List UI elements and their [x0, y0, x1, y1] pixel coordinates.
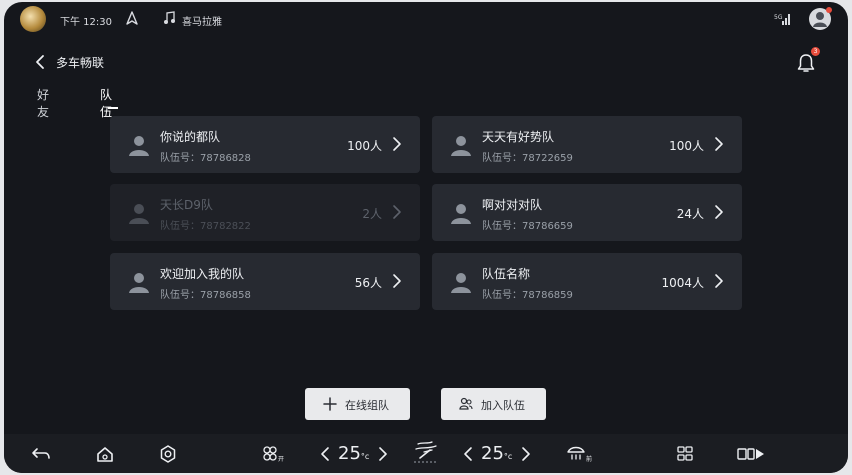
settings-icon[interactable]: [158, 444, 178, 464]
chevron-right-icon: [715, 205, 723, 219]
chevron-left-icon[interactable]: [463, 446, 473, 462]
team-card[interactable]: 天天有好势队 队伍号：78722659 100人: [432, 116, 742, 173]
team-name: 啊对对对队: [482, 198, 543, 212]
back-icon[interactable]: [34, 54, 46, 70]
join-team-label: 加入队伍: [481, 399, 525, 412]
chevron-right-icon: [393, 205, 401, 219]
chevron-left-icon[interactable]: [320, 446, 330, 462]
music-icon[interactable]: [163, 11, 176, 25]
member-count: 100人: [669, 139, 704, 153]
person-icon: [451, 273, 471, 293]
notification-badge: 3: [811, 47, 820, 56]
tab-friends[interactable]: 好友: [37, 86, 49, 120]
chevron-right-icon[interactable]: [521, 446, 531, 462]
team-card-disabled: 天长D9队 队伍号：78782822 2人: [110, 184, 420, 241]
chevron-right-icon: [393, 274, 401, 288]
person-icon: [129, 204, 149, 224]
bottom-dock: 开 25°c 25°c 前: [4, 434, 848, 473]
person-icon: [129, 136, 149, 156]
person-icon: [129, 273, 149, 293]
svg-text:5G: 5G: [774, 14, 783, 21]
chevron-right-icon: [715, 274, 723, 288]
avatar-status-dot: [826, 7, 832, 13]
defrost-icon[interactable]: 前: [566, 444, 594, 464]
tab-team[interactable]: 队伍: [100, 86, 112, 120]
member-count: 100人: [347, 139, 382, 153]
signal-icon: 5G: [774, 14, 790, 25]
plus-icon: [323, 397, 337, 411]
app-screen: 下午 12:30 喜马拉雅 5G 多车畅联 3 好友 队伍 你说的都队 队伍号：…: [4, 2, 848, 473]
chevron-right-icon[interactable]: [378, 446, 388, 462]
person-icon: [451, 136, 471, 156]
apps-icon[interactable]: [675, 444, 695, 464]
team-card[interactable]: 你说的都队 队伍号：78786828 100人: [110, 116, 420, 173]
group-icon: [459, 397, 473, 410]
team-id: 队伍号：78722659: [482, 153, 573, 164]
svg-text:前: 前: [586, 455, 592, 463]
brand-logo: [20, 6, 46, 32]
team-id: 队伍号：78786858: [160, 290, 251, 301]
svg-text:开: 开: [278, 456, 284, 463]
music-app-label[interactable]: 喜马拉雅: [182, 13, 222, 28]
person-icon: [451, 204, 471, 224]
member-count: 56人: [354, 276, 382, 290]
left-temperature: 25°c: [338, 443, 370, 464]
status-bar: 下午 12:30 喜马拉雅 5G: [4, 2, 848, 36]
create-team-button[interactable]: 在线组队: [305, 388, 410, 420]
member-count: 2人: [362, 207, 382, 221]
status-time: 下午 12:30: [60, 17, 112, 28]
return-icon[interactable]: [31, 444, 51, 464]
join-team-button[interactable]: 加入队伍: [441, 388, 546, 420]
media-icon[interactable]: [736, 444, 766, 464]
team-id: 队伍号：78782822: [160, 221, 251, 232]
member-count: 1004人: [661, 276, 704, 290]
fan-icon[interactable]: 开: [262, 444, 288, 464]
team-name: 你说的都队: [160, 130, 221, 144]
navigation-arrow-icon[interactable]: [125, 11, 139, 25]
climate-icon[interactable]: [410, 440, 442, 466]
home-icon[interactable]: [95, 444, 115, 464]
team-name: 队伍名称: [482, 267, 531, 281]
create-team-label: 在线组队: [345, 399, 389, 412]
team-card[interactable]: 欢迎加入我的队 队伍号：78786858 56人: [110, 253, 420, 310]
chevron-right-icon: [715, 137, 723, 151]
team-name: 欢迎加入我的队: [160, 267, 245, 281]
user-avatar[interactable]: [809, 7, 832, 30]
page-title: 多车畅联: [56, 56, 105, 70]
team-card[interactable]: 队伍名称 队伍号：78786859 1004人: [432, 253, 742, 310]
chevron-right-icon: [393, 137, 401, 151]
right-temperature: 25°c: [481, 443, 513, 464]
team-id: 队伍号：78786828: [160, 153, 251, 164]
team-name: 天天有好势队: [482, 130, 555, 144]
team-id: 队伍号：78786659: [482, 221, 573, 232]
team-name: 天长D9队: [160, 198, 213, 212]
member-count: 24人: [676, 207, 704, 221]
team-id: 队伍号：78786859: [482, 290, 573, 301]
team-card[interactable]: 啊对对对队 队伍号：78786659 24人: [432, 184, 742, 241]
active-tab-indicator: [108, 107, 118, 109]
